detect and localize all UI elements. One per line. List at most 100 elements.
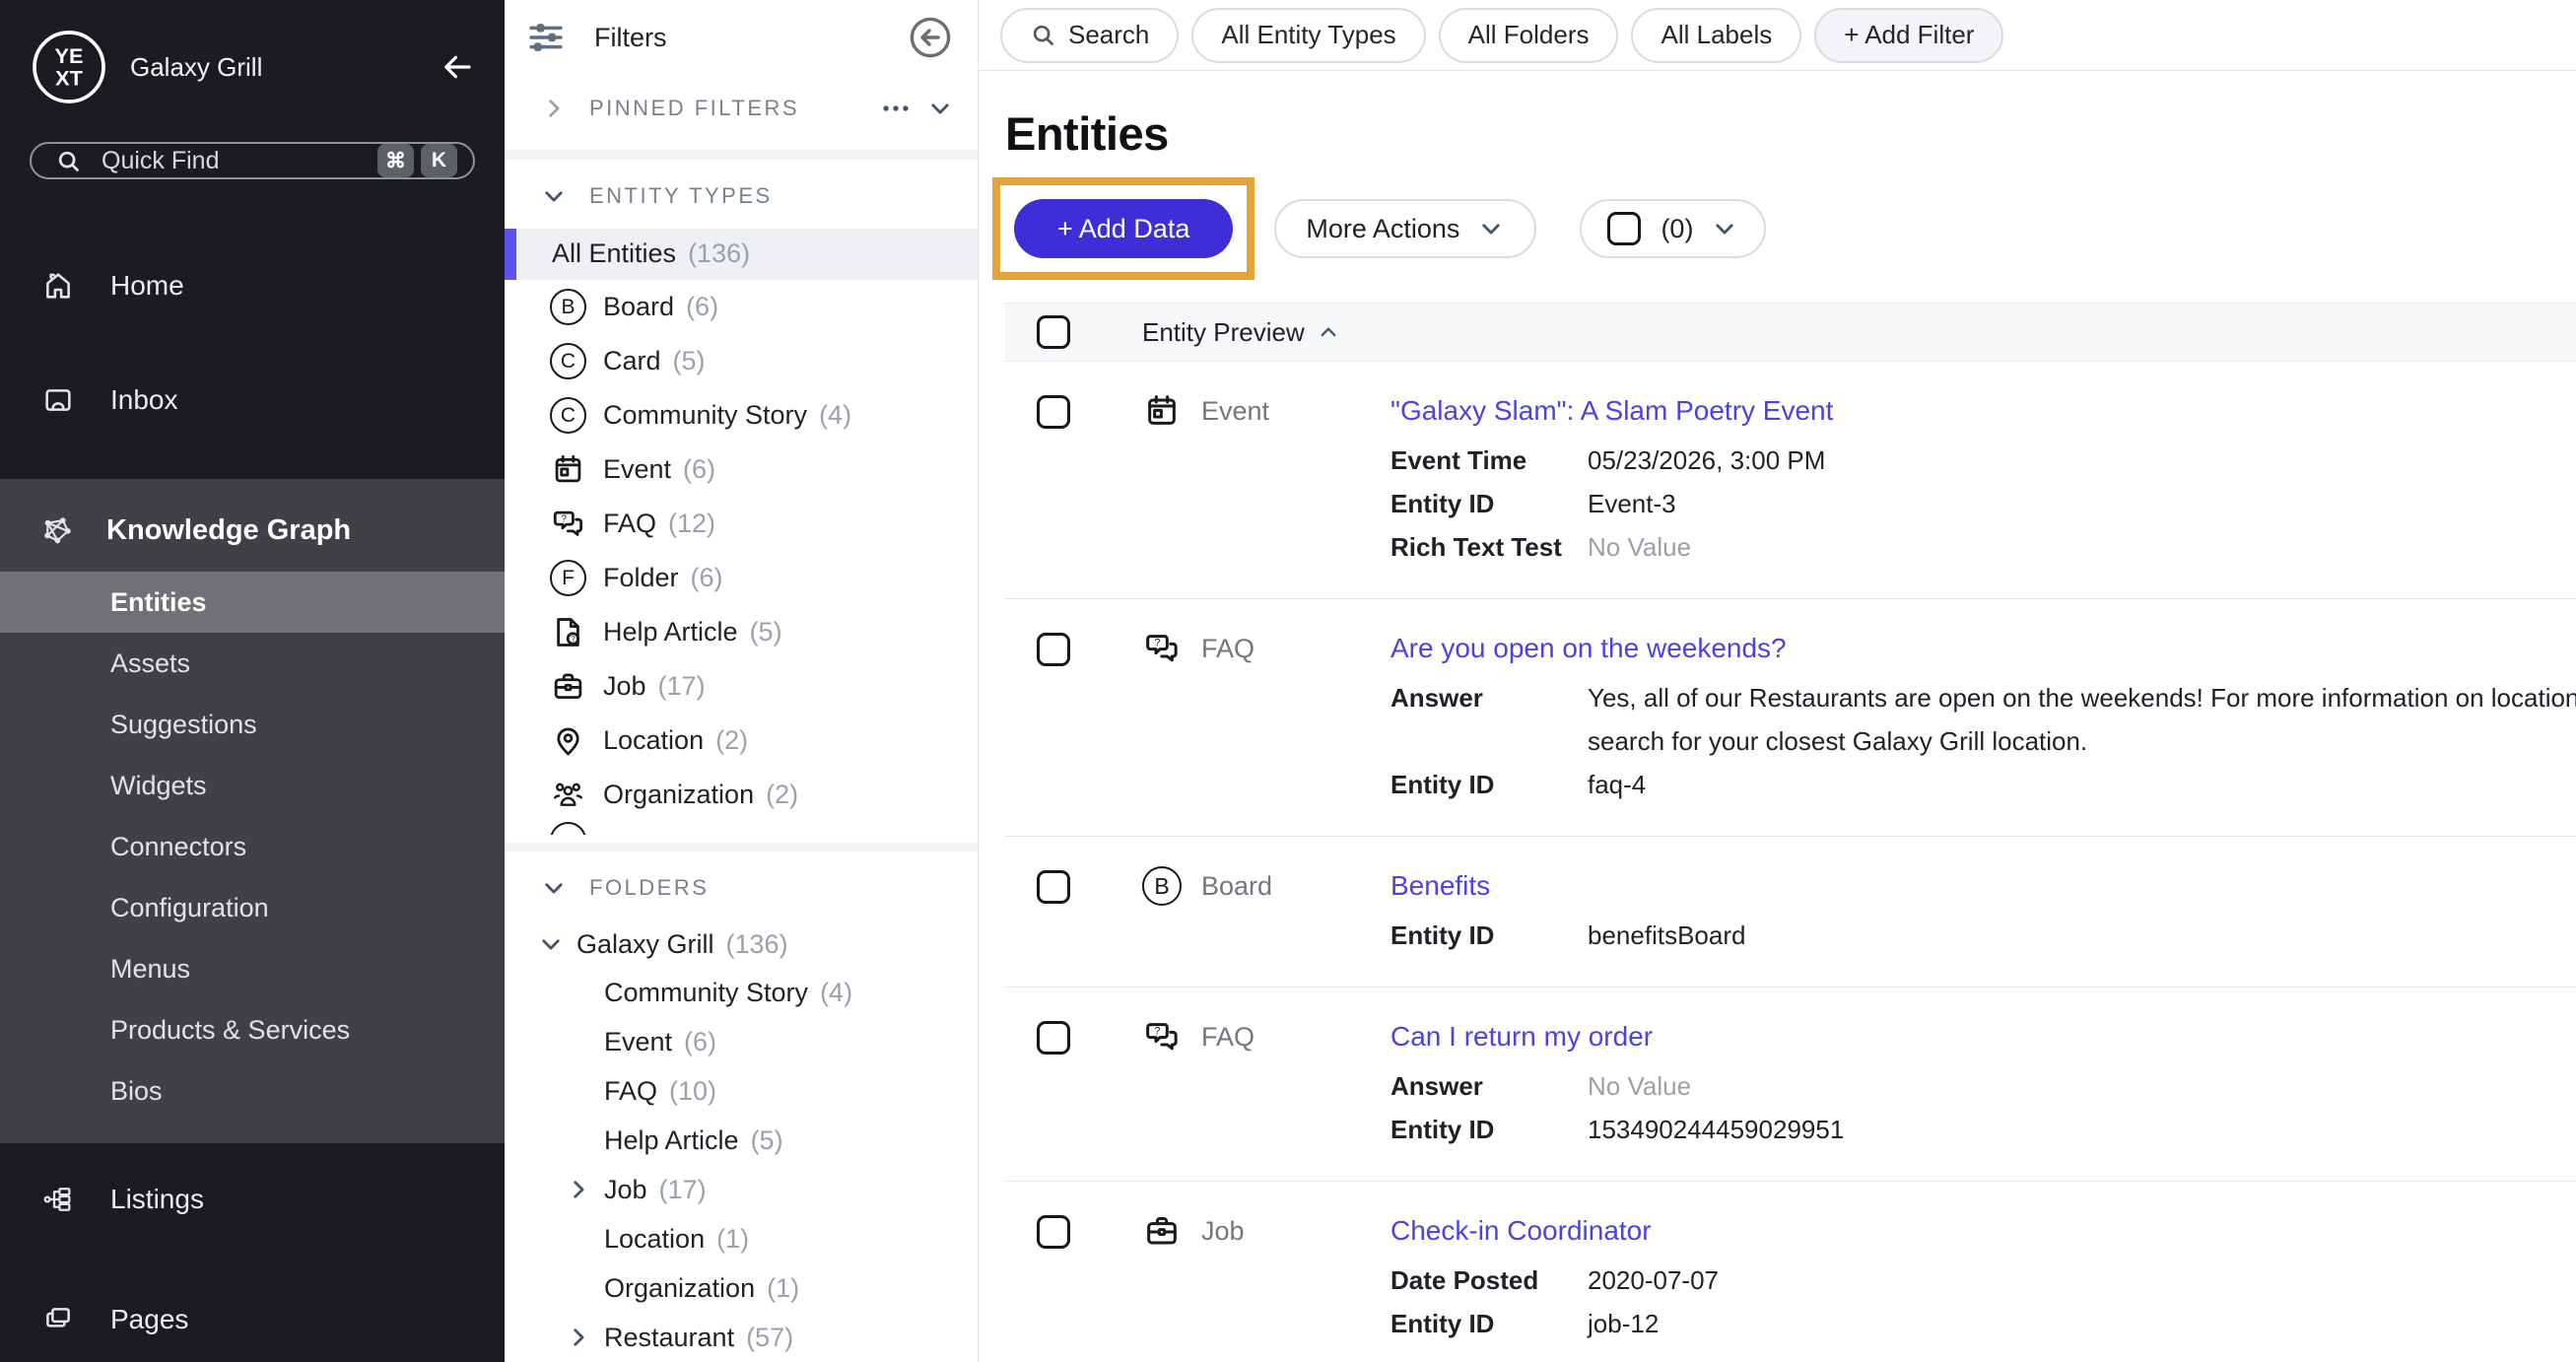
filter-entity-type-board[interactable]: BBoard(6) [505, 280, 978, 334]
folder-help-article[interactable]: Help Article(5) [505, 1116, 978, 1165]
folder-galaxy-grill[interactable]: Galaxy Grill (136) [505, 920, 978, 968]
page-controls: + Add Data More Actions (0) [1005, 177, 2576, 280]
filter-entity-type-faq[interactable]: ?FAQ(12) [505, 497, 978, 551]
filter-count: (5) [750, 617, 782, 647]
search-pill[interactable]: Search [1000, 8, 1179, 63]
sidebar-item-pages[interactable]: Pages [0, 1265, 505, 1362]
sidebar-item-label: Entities [110, 587, 207, 618]
filter-entity-type-help-article[interactable]: ?Help Article(5) [505, 605, 978, 659]
filter-pill-all-folders[interactable]: All Folders [1439, 8, 1619, 63]
sidebar-item-listings[interactable]: Listings [0, 1145, 505, 1254]
briefcase-icon [1142, 1211, 1182, 1251]
more-actions-button[interactable]: More Actions [1274, 199, 1536, 258]
filters-title: Filters [594, 23, 907, 53]
sidebar-item-label: Widgets [110, 771, 207, 801]
quick-find-input[interactable]: Quick Find ⌘ K [30, 142, 475, 179]
sidebar-item-assets[interactable]: Assets [0, 633, 505, 694]
row-checkbox[interactable] [1037, 633, 1070, 666]
sidebar-item-entities[interactable]: Entities [0, 572, 505, 633]
filter-pill-all-labels[interactable]: All Labels [1631, 8, 1801, 63]
chevron-down-icon[interactable] [926, 95, 954, 122]
folder-count: (4) [820, 978, 852, 1008]
folder-count: (1) [767, 1273, 799, 1304]
select-all-checkbox[interactable] [1607, 212, 1641, 245]
pinned-filters-section-header[interactable]: PINNED FILTERS [505, 89, 978, 128]
row-checkbox[interactable] [1037, 1021, 1070, 1055]
field-label: Entity ID [1390, 482, 1588, 525]
entity-type-cell: Event [1142, 391, 1390, 569]
sidebar-item-label: Configuration [110, 893, 269, 923]
folder-community-story[interactable]: Community Story(4) [505, 968, 978, 1017]
main-content: Search All Entity Types All FoldersAll La… [979, 0, 2576, 1362]
filter-label: Board [603, 292, 674, 322]
folder-restaurant[interactable]: Restaurant(57) [505, 1313, 978, 1362]
entity-title-link[interactable]: Benefits [1390, 866, 1490, 906]
entity-preview-cell: Are you open on the weekends?AnswerYes, … [1390, 629, 2576, 806]
sidebar-item-inbox[interactable]: Inbox [0, 349, 505, 451]
letter-c-icon: C [550, 397, 586, 434]
yext-logo-icon: YE XT [30, 28, 108, 106]
folder-label: Help Article [604, 1125, 739, 1156]
folder-count: (57) [746, 1323, 793, 1353]
entity-preview-column-header[interactable]: Entity Preview [1142, 317, 1305, 348]
folder-location[interactable]: Location (1) [505, 1214, 978, 1263]
field-value: No Value [1588, 1064, 1691, 1108]
entity-types-section-header[interactable]: ENTITY TYPES [505, 175, 978, 217]
folder-faq[interactable]: FAQ(10) [505, 1066, 978, 1116]
sidebar-item-suggestions[interactable]: Suggestions [0, 694, 505, 755]
sidebar-item-widgets[interactable]: Widgets [0, 755, 505, 816]
filter-count: (5) [673, 346, 706, 376]
chevron-right-icon [540, 95, 568, 122]
filter-all-entities[interactable]: All Entities (136) [505, 229, 978, 281]
sidebar-item-configuration[interactable]: Configuration [0, 877, 505, 938]
folder-count: (1) [716, 1224, 749, 1255]
folder-event[interactable]: Event(6) [505, 1017, 978, 1066]
filters-header: Filters [505, 0, 978, 61]
sidebar-item-products-services[interactable]: Products & Services [0, 999, 505, 1060]
add-data-button[interactable]: + Add Data [1014, 199, 1233, 258]
filter-pill-all-entity-types[interactable]: All Entity Types [1191, 8, 1425, 63]
add-filter-button[interactable]: + Add Filter [1814, 8, 2003, 63]
folders-section-header[interactable]: FOLDERS [505, 867, 978, 909]
filter-label: All Entities [552, 238, 676, 269]
folder-label: Location [604, 1224, 705, 1255]
row-checkbox[interactable] [1037, 1215, 1070, 1249]
sidebar-item-knowledge-graph[interactable]: Knowledge Graph [0, 479, 505, 572]
row-checkbox[interactable] [1037, 870, 1070, 904]
entity-field: Entity IDEvent-3 [1390, 482, 2576, 525]
selection-count-dropdown[interactable]: (0) [1580, 199, 1766, 258]
entity-title-link[interactable]: Are you open on the weekends? [1390, 629, 1787, 668]
filter-entity-type-location[interactable]: Location(2) [505, 714, 978, 768]
pinned-filters-menu-icon[interactable] [879, 92, 913, 125]
sidebar-item-home[interactable]: Home [0, 235, 505, 337]
header-checkbox[interactable] [1037, 315, 1070, 349]
chevron-up-icon[interactable] [1317, 320, 1340, 344]
account-header: YE XT Galaxy Grill [0, 0, 505, 106]
entity-title-link[interactable]: Check-in Coordinator [1390, 1211, 1652, 1251]
filters-sliders-icon [525, 17, 567, 58]
sidebar-item-connectors[interactable]: Connectors [0, 816, 505, 877]
briefcase-icon [550, 668, 586, 705]
filter-count: (4) [819, 400, 851, 431]
entity-field: Entity IDfaq-4 [1390, 763, 2576, 806]
sidebar-item-menus[interactable]: Menus [0, 938, 505, 999]
filter-entity-type-event[interactable]: Event(6) [505, 443, 978, 497]
filter-entity-type-job[interactable]: Job(17) [505, 659, 978, 714]
filter-entity-type-folder[interactable]: FFolder(6) [505, 551, 978, 605]
filter-entity-type-organization[interactable]: Organization(2) [505, 768, 978, 822]
svg-text:?: ? [1154, 638, 1160, 649]
filter-entity-type-community-story[interactable]: C Community Story (4) [505, 388, 978, 443]
row-checkbox[interactable] [1037, 395, 1070, 429]
sidebar-item-bios[interactable]: Bios [0, 1060, 505, 1122]
entity-title-link[interactable]: Can I return my order [1390, 1017, 1653, 1056]
filter-pills: All Entity Types All FoldersAll Labels [1191, 8, 1814, 63]
svg-text:XT: XT [55, 65, 83, 90]
folder-job[interactable]: Job(17) [505, 1165, 978, 1214]
collapse-filters-button[interactable] [907, 14, 954, 61]
entity-title-link[interactable]: "Galaxy Slam": A Slam Poetry Event [1390, 391, 1833, 431]
folder-organization[interactable]: Organization(1) [505, 1263, 978, 1313]
filter-label: Community Story [603, 400, 807, 431]
collapse-sidebar-arrow-icon[interactable] [440, 49, 475, 85]
filter-entity-type-card[interactable]: CCard(5) [505, 334, 978, 388]
calendar-icon [1142, 391, 1182, 431]
